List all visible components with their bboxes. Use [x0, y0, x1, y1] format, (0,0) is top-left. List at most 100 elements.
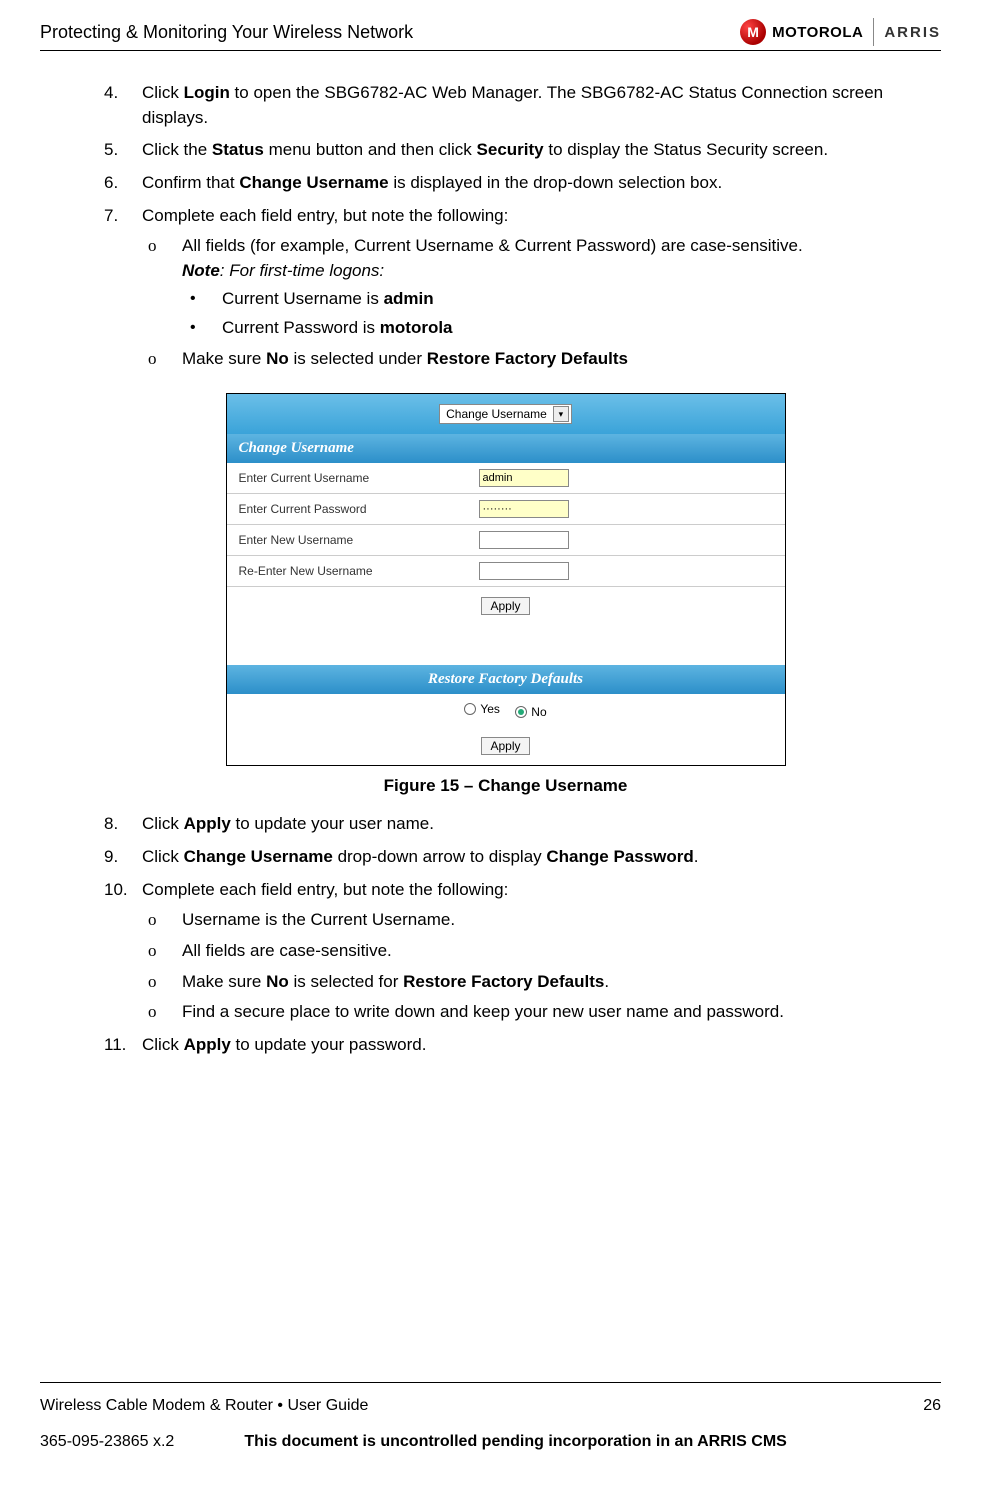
step-text-b: Login — [184, 83, 230, 102]
form-row: Enter Current Username — [227, 463, 785, 494]
step-11: 11. Click Apply to update your password. — [104, 1033, 907, 1058]
step-num: 10. — [104, 878, 128, 903]
step-text: menu button and then click — [264, 140, 477, 159]
step-num: 9. — [104, 845, 118, 870]
sub-text: Make sure — [182, 349, 266, 368]
note-label: Note — [182, 261, 220, 280]
step-text: to update your password. — [231, 1035, 427, 1054]
field-label: Enter Current Username — [239, 471, 479, 485]
sub-b: No — [266, 972, 289, 991]
sub-item: Make sure No is selected for Restore Fac… — [142, 970, 907, 995]
section-title: Change Username — [227, 434, 785, 463]
step-text-b: Change Username — [239, 173, 388, 192]
step-10: 10. Complete each field entry, but note … — [104, 878, 907, 1025]
current-password-input[interactable] — [479, 500, 569, 518]
action-dropdown[interactable]: Change Username ▾ — [439, 404, 572, 424]
restore-no-radio[interactable]: No — [515, 705, 546, 719]
sub-b: Restore Factory Defaults — [427, 349, 628, 368]
current-username-input[interactable] — [479, 469, 569, 487]
step-text-b: Change Password — [546, 847, 693, 866]
step-num: 5. — [104, 138, 118, 163]
sub-text: All fields (for example, Current Usernam… — [182, 236, 803, 255]
step-text: Click — [142, 847, 184, 866]
bullet-item: Current Username is admin — [182, 287, 907, 312]
sub-item: Username is the Current Username. — [142, 908, 907, 933]
change-username-screenshot: Change Username ▾ Change Username Enter … — [226, 393, 786, 766]
sub-text: All fields are case-sensitive. — [182, 941, 392, 960]
apply-button[interactable]: Apply — [481, 597, 529, 615]
form-row: Enter New Username — [227, 525, 785, 556]
form-row: Enter Current Password — [227, 494, 785, 525]
step-num: 4. — [104, 81, 118, 106]
step-8: 8. Click Apply to update your user name. — [104, 812, 907, 837]
step-text: to display the Status Security screen. — [544, 140, 828, 159]
step-num: 8. — [104, 812, 118, 837]
bullet-item: Current Password is motorola — [182, 316, 907, 341]
form-row: Re-Enter New Username — [227, 556, 785, 587]
field-label: Enter Current Password — [239, 502, 479, 516]
radio-icon — [464, 703, 476, 715]
step-text-b: Change Username — [184, 847, 333, 866]
step-text-b: Status — [212, 140, 264, 159]
reenter-username-input[interactable] — [479, 562, 569, 580]
step-9: 9. Click Change Username drop-down arrow… — [104, 845, 907, 870]
step-text-b: Apply — [184, 1035, 231, 1054]
footer-page: 26 — [923, 1397, 941, 1415]
ui-topbar: Change Username ▾ — [227, 394, 785, 434]
section-title: Restore Factory Defaults — [227, 665, 785, 694]
step-text: Confirm that — [142, 173, 239, 192]
sub-text: is selected under — [289, 349, 427, 368]
step-text: Click — [142, 1035, 184, 1054]
bullet-text: Current Password is — [222, 318, 380, 337]
sub-text: Username is the Current Username. — [182, 910, 455, 929]
bullet-b: motorola — [380, 318, 453, 337]
chevron-down-icon[interactable]: ▾ — [553, 406, 569, 422]
step-4: 4. Click Login to open the SBG6782-AC We… — [104, 81, 907, 130]
apply-button[interactable]: Apply — [481, 737, 529, 755]
sub-text: Make sure — [182, 972, 266, 991]
step-5: 5. Click the Status menu button and then… — [104, 138, 907, 163]
arris-logo: ARRIS — [884, 24, 941, 41]
sub-item: Make sure No is selected under Restore F… — [142, 347, 907, 372]
new-username-input[interactable] — [479, 531, 569, 549]
step-text: Complete each field entry, but note the … — [142, 880, 508, 899]
restore-yes-radio[interactable]: Yes — [464, 702, 500, 716]
step-text: to update your user name. — [231, 814, 434, 833]
step-text: to open the SBG6782-AC Web Manager. The … — [142, 83, 883, 127]
sub-item: Find a secure place to write down and ke… — [142, 1000, 907, 1025]
step-num: 11. — [104, 1033, 126, 1058]
step-text-b: Apply — [184, 814, 231, 833]
sub-item: All fields (for example, Current Usernam… — [142, 234, 907, 341]
step-text-b: Security — [477, 140, 544, 159]
field-label: Enter New Username — [239, 533, 479, 547]
header-logos: MOTOROLA ARRIS — [740, 18, 941, 46]
footer-notice: This document is uncontrolled pending in… — [244, 1433, 787, 1451]
sub-b: Restore Factory Defaults — [403, 972, 604, 991]
motorola-text: MOTOROLA — [772, 24, 863, 41]
field-label: Re-Enter New Username — [239, 564, 479, 578]
step-text: Click — [142, 814, 184, 833]
radio-icon — [515, 706, 527, 718]
footer-docnum: 365-095-23865 x.2 — [40, 1433, 174, 1451]
motorola-logo: MOTOROLA — [740, 19, 863, 45]
sub-b: No — [266, 349, 289, 368]
step-num: 6. — [104, 171, 118, 196]
step-text: is displayed in the drop-down selection … — [389, 173, 723, 192]
sub-text: . — [604, 972, 609, 991]
footer-guide: Wireless Cable Modem & Router • User Gui… — [40, 1397, 368, 1415]
radio-label: No — [531, 705, 546, 719]
step-text: drop-down arrow to display — [333, 847, 547, 866]
sub-item: All fields are case-sensitive. — [142, 939, 907, 964]
sub-text: Find a secure place to write down and ke… — [182, 1002, 784, 1021]
radio-label: Yes — [480, 702, 500, 716]
motorola-icon — [740, 19, 766, 45]
step-text: Complete each field entry, but note the … — [142, 206, 508, 225]
step-text: . — [694, 847, 699, 866]
sub-text: is selected for — [289, 972, 403, 991]
radio-row: Yes No — [227, 694, 785, 727]
step-7: 7. Complete each field entry, but note t… — [104, 204, 907, 372]
step-text: Click the — [142, 140, 212, 159]
bullet-text: Current Username is — [222, 289, 384, 308]
step-text: Click — [142, 83, 184, 102]
bullet-b: admin — [384, 289, 434, 308]
